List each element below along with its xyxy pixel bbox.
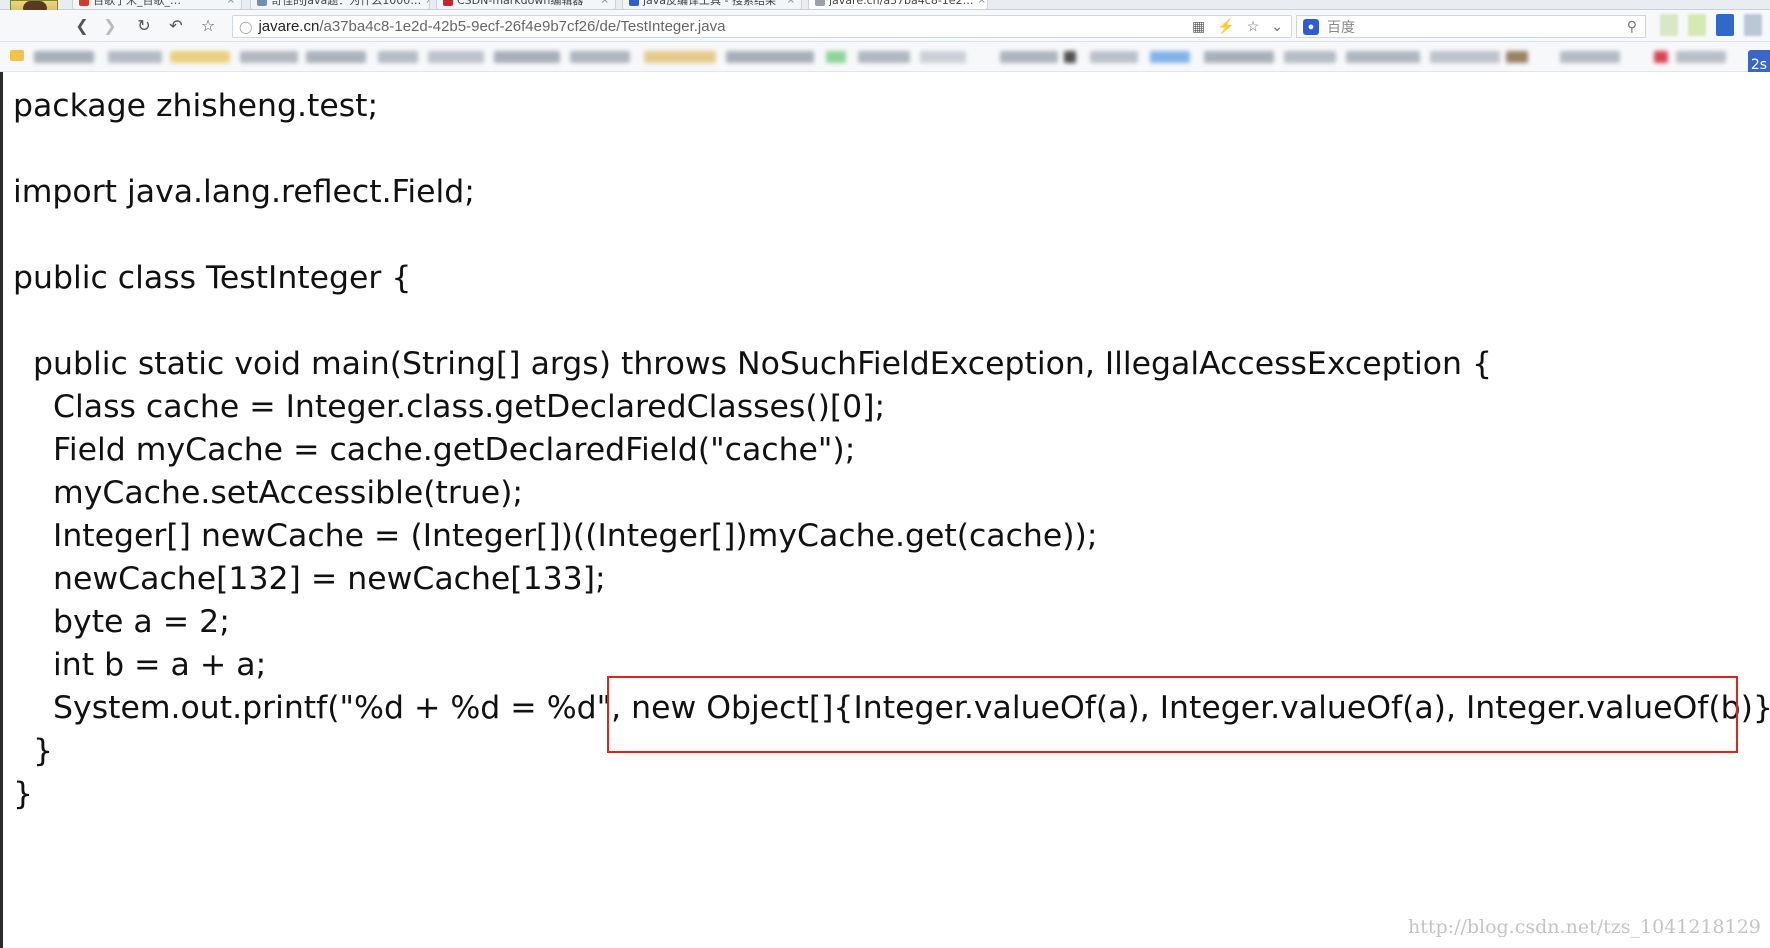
lightning-icon[interactable]: ⚡ [1217, 18, 1234, 35]
bookmark-item[interactable] [570, 51, 630, 63]
bookmark-item[interactable] [1150, 51, 1190, 63]
bookmark-item[interactable] [108, 51, 162, 63]
bookmark-item[interactable] [240, 51, 298, 63]
extension-icon[interactable] [1716, 14, 1734, 36]
bookmark-item[interactable] [1284, 51, 1336, 63]
bookmark-item[interactable] [1346, 51, 1420, 63]
code-line-int-b: int b = a + a; [13, 647, 267, 683]
shield-icon: ◯ [239, 19, 253, 34]
bookmark-item[interactable] [170, 51, 230, 63]
tab-2[interactable]: CSDN-markdown编辑器 × [436, 0, 616, 10]
tab-close-icon[interactable]: × [425, 0, 429, 9]
tab-close-icon[interactable]: × [978, 0, 986, 9]
bookmark-item[interactable] [644, 51, 716, 63]
tab-label: java反编译工具 - 搜索结果 [643, 0, 777, 7]
favorite-star-icon[interactable]: ☆ [1247, 18, 1260, 35]
tab-label: 百歌了米_百歌_… [93, 0, 181, 7]
bookmark-item[interactable] [1000, 51, 1058, 63]
search-icon[interactable]: ⚲ [1627, 18, 1637, 35]
code-line-new-cache: Integer[] newCache = (Integer[])((Intege… [13, 518, 1098, 554]
bookmark-item[interactable] [726, 51, 814, 63]
tab-close-icon[interactable]: × [601, 0, 609, 9]
tab-favicon-icon [257, 0, 267, 6]
code-line-byte-a: byte a = 2; [13, 604, 230, 640]
bookmark-item[interactable] [1506, 51, 1528, 63]
bookmark-item[interactable] [34, 51, 94, 63]
bookmark-item[interactable] [1654, 51, 1668, 63]
code-line-package: package zhisheng.test; [13, 88, 379, 124]
chevron-down-icon[interactable]: ⌄ [1271, 18, 1283, 35]
tab-label: CSDN-markdown编辑器 [457, 0, 584, 7]
tab-favicon-icon [815, 0, 825, 6]
bookmark-item[interactable] [428, 51, 484, 63]
tab-label: javare.cn/a37ba4c8-1e2… [829, 0, 974, 7]
tab-close-icon[interactable]: × [227, 0, 235, 9]
url-host: javare.cn [258, 18, 320, 35]
folder-icon[interactable] [10, 50, 24, 61]
tab-1[interactable]: 奇怪的Java题：为什么1000… × [250, 0, 430, 10]
bookmarks-bar [0, 42, 1770, 72]
bookmark-item[interactable] [1560, 51, 1620, 63]
extension-icon[interactable] [1744, 14, 1762, 36]
code-line-get-cache-class: Class cache = Integer.class.getDeclaredC… [13, 389, 886, 425]
extension-icon[interactable] [1688, 14, 1706, 36]
address-bar[interactable]: ◯ javare.cn/a37ba4c8-1e2d-42b5-9ecf-26f4… [232, 15, 1292, 38]
address-icons: ▦ ⚡ ☆ ⌄ [1192, 18, 1283, 35]
tab-favicon-icon [443, 0, 453, 6]
bookmark-item[interactable] [826, 51, 846, 63]
tab-favicon-icon [79, 0, 89, 6]
page-content: package zhisheng.test; import java.lang.… [0, 72, 1770, 948]
code-line-class-decl: public class TestInteger { [13, 260, 412, 296]
bookmark-item[interactable] [306, 51, 366, 63]
bookmark-star-icon[interactable]: ☆ [198, 16, 218, 36]
qr-code-icon[interactable]: ▦ [1192, 18, 1205, 35]
code-line-close-method: } [13, 733, 54, 769]
back-icon[interactable]: ❮ [72, 16, 92, 36]
tab-strip: 百歌了米_百歌_… × 奇怪的Java题：为什么1000… × CSDN-mar… [0, 0, 1770, 10]
bookmark-item[interactable] [378, 51, 418, 63]
undo-close-tab-icon[interactable]: ↶ [166, 16, 186, 36]
bookmark-item[interactable] [1064, 51, 1076, 63]
code-line-import: import java.lang.reflect.Field; [13, 174, 475, 210]
red-highlight-box [607, 676, 1738, 753]
search-placeholder: 百度 [1327, 18, 1355, 35]
tab-3[interactable]: java反编译工具 - 搜索结果 × [622, 0, 802, 10]
url-path: /a37ba4c8-1e2d-42b5-9ecf-26f4e9b7cf26/de… [319, 18, 726, 35]
tab-label: 奇怪的Java题：为什么1000… [271, 0, 422, 7]
code-line-set-accessible: myCache.setAccessible(true); [13, 475, 524, 511]
browser-toolbar: ❮ ❯ ↻ ↶ ☆ ◯ javare.cn/a37ba4c8-1e2d-42b5… [0, 10, 1770, 42]
search-input[interactable]: ● 百度 ⚲ [1296, 15, 1646, 38]
forward-icon[interactable]: ❯ [100, 16, 120, 36]
code-line-main-decl: public static void main(String[] args) t… [13, 346, 1492, 382]
code-line-swap-cache: newCache[132] = newCache[133]; [13, 561, 606, 597]
bookmark-item[interactable] [1676, 51, 1726, 63]
reload-icon[interactable]: ↻ [134, 16, 154, 36]
tab-4-active[interactable]: javare.cn/a37ba4c8-1e2… × [808, 0, 988, 10]
bookmark-item[interactable] [1204, 51, 1274, 63]
extension-icons [1660, 14, 1762, 36]
bookmark-item[interactable] [1090, 51, 1138, 63]
bookmark-item[interactable] [1430, 51, 1500, 63]
extension-icon[interactable] [1660, 14, 1678, 36]
code-line-close-class: } [13, 776, 34, 812]
baidu-paw-icon[interactable]: ● [1303, 18, 1319, 35]
code-line-get-field: Field myCache = cache.getDeclaredField("… [13, 432, 856, 468]
bookmark-item[interactable] [920, 51, 966, 63]
bookmark-item[interactable] [858, 51, 910, 63]
tab-0[interactable]: 百歌了米_百歌_… × [72, 0, 242, 10]
tab-favicon-icon [629, 0, 639, 6]
bookmark-item[interactable] [494, 51, 560, 63]
watermark: http://blog.csdn.net/tzs_1041218129 [1408, 916, 1761, 938]
tab-close-icon[interactable]: × [787, 0, 795, 9]
